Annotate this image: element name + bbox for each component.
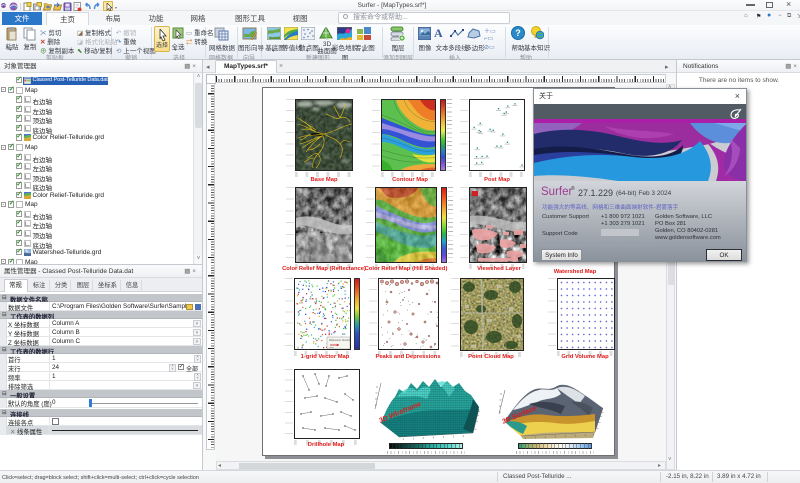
svg-text:Reference Vectors: Reference Vectors bbox=[329, 338, 351, 342]
svg-text:?: ? bbox=[515, 28, 521, 38]
